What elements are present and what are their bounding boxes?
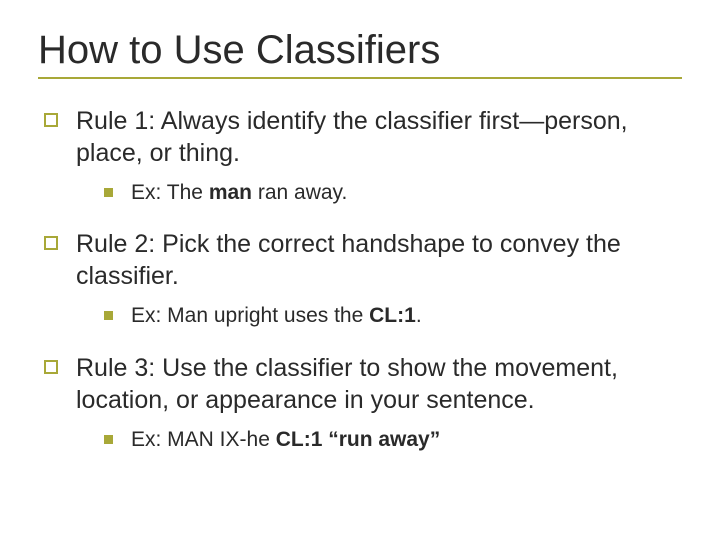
example-text: Ex: The man ran away. <box>131 179 347 206</box>
square-outline-bullet-icon <box>44 236 58 250</box>
square-outline-bullet-icon <box>44 360 58 374</box>
square-solid-bullet-icon <box>104 435 113 444</box>
example-item: Ex: Man upright uses the CL:1. <box>104 302 682 329</box>
square-solid-bullet-icon <box>104 188 113 197</box>
slide-title: How to Use Classifiers <box>38 28 682 79</box>
rule-text: Rule 2: Pick the correct handshape to co… <box>76 228 682 292</box>
rule-item: Rule 2: Pick the correct handshape to co… <box>44 228 682 292</box>
example-item: Ex: The man ran away. <box>104 179 682 206</box>
rule-item: Rule 3: Use the classifier to show the m… <box>44 352 682 416</box>
example-item: Ex: MAN IX-he CL:1 “run away” <box>104 426 682 453</box>
rule-text: Rule 1: Always identify the classifier f… <box>76 105 682 169</box>
example-text: Ex: Man upright uses the CL:1. <box>131 302 422 329</box>
square-outline-bullet-icon <box>44 113 58 127</box>
square-solid-bullet-icon <box>104 311 113 320</box>
rule-text: Rule 3: Use the classifier to show the m… <box>76 352 682 416</box>
example-text: Ex: MAN IX-he CL:1 “run away” <box>131 426 440 453</box>
rule-item: Rule 1: Always identify the classifier f… <box>44 105 682 169</box>
